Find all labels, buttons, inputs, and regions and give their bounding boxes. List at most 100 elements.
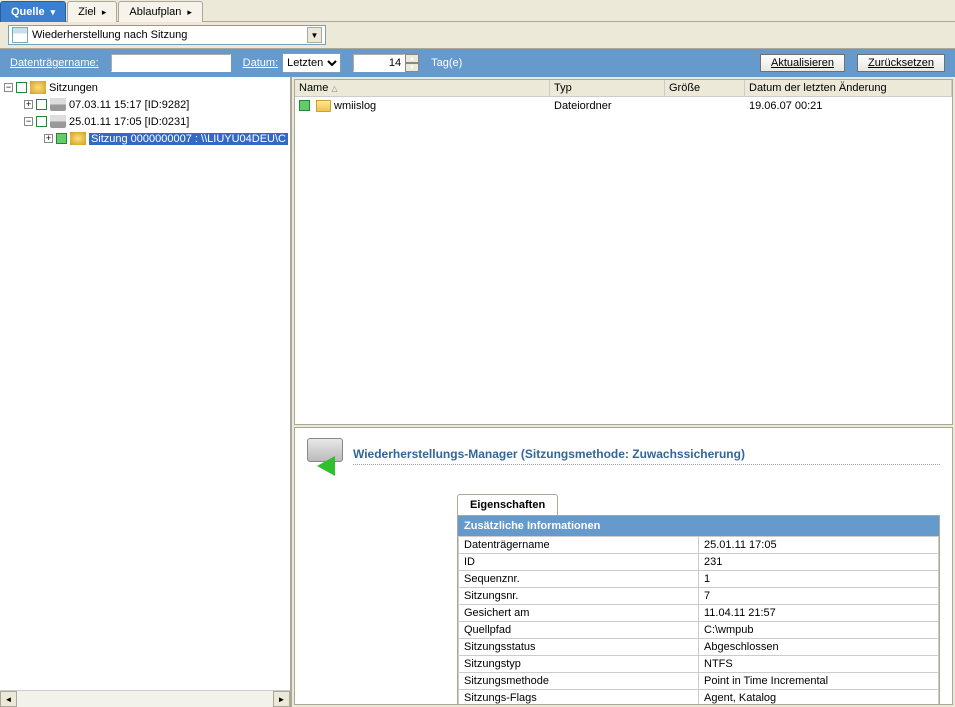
property-value: 25.01.11 17:05 — [699, 537, 939, 554]
property-value: Point in Time Incremental — [699, 673, 939, 690]
tree-node-label: Sitzung 0000000007 : \\LIUYU04DEU\C — [89, 133, 288, 145]
filter-bar: Datenträgername: Datum: Letzten ▲ ▼ Tag(… — [0, 49, 955, 77]
property-value: C:\wmpub — [699, 622, 939, 639]
expand-icon[interactable]: + — [44, 134, 53, 143]
properties-panel: Eigenschaften Zusätzliche Informationen … — [457, 494, 940, 705]
right-pane: Name △ Typ Größe Datum der letzten Änder… — [292, 77, 955, 707]
list-header: Name △ Typ Größe Datum der letzten Änder… — [295, 80, 952, 97]
checkbox[interactable] — [36, 99, 47, 110]
spin-down-icon[interactable]: ▼ — [405, 63, 419, 72]
tab-target[interactable]: Ziel ▸ — [67, 1, 117, 22]
manager-title: Wiederherstellungs-Manager (Sitzungsmeth… — [353, 447, 940, 465]
sort-asc-icon: △ — [331, 84, 337, 93]
property-row: SitzungstypNTFS — [459, 656, 939, 673]
property-key: Sitzungsstatus — [459, 639, 699, 656]
col-date[interactable]: Datum der letzten Änderung — [745, 80, 952, 96]
file-list: Name △ Typ Größe Datum der letzten Änder… — [294, 79, 953, 425]
scroll-left-icon[interactable]: ◄ — [0, 691, 17, 707]
disk-icon — [50, 98, 66, 111]
property-value: 11.04.11 21:57 — [699, 605, 939, 622]
property-key: Sitzungsmethode — [459, 673, 699, 690]
days-spinner[interactable]: ▲ ▼ — [405, 54, 419, 72]
property-value: NTFS — [699, 656, 939, 673]
volume-name-input[interactable] — [111, 54, 231, 72]
tree-node-selected[interactable]: + Sitzung 0000000007 : \\LIUYU04DEU\C — [2, 130, 288, 147]
property-key: Quellpfad — [459, 622, 699, 639]
restore-mode-combo[interactable]: Wiederherstellung nach Sitzung ▼ — [8, 25, 326, 45]
main-split: − Sitzungen + 07.03.11 15:17 [ID:9282] −… — [0, 77, 955, 707]
volume-name-label: Datenträgername: — [10, 57, 99, 69]
property-value: 231 — [699, 554, 939, 571]
collapse-icon[interactable]: − — [24, 117, 33, 126]
session-icon — [12, 27, 28, 43]
sessions-icon — [30, 81, 46, 94]
tab-properties[interactable]: Eigenschaften — [457, 494, 558, 515]
properties-header: Zusätzliche Informationen — [458, 516, 939, 536]
property-row: Gesichert am11.04.11 21:57 — [459, 605, 939, 622]
property-key: Datenträgername — [459, 537, 699, 554]
tab-source-label: Quelle — [11, 6, 45, 18]
property-key: Gesichert am — [459, 605, 699, 622]
collapse-icon[interactable]: − — [4, 83, 13, 92]
tab-schedule-label: Ablaufplan — [129, 6, 181, 18]
expand-icon[interactable]: + — [24, 100, 33, 109]
dropdown-arrow-icon[interactable]: ▼ — [307, 27, 322, 43]
main-tabs: Quelle ▾ Ziel ▸ Ablaufplan ▸ — [0, 0, 955, 22]
properties-table: Datenträgername25.01.11 17:05ID231Sequen… — [458, 536, 939, 705]
property-row: Datenträgername25.01.11 17:05 — [459, 537, 939, 554]
session-icon — [70, 132, 86, 145]
property-row: Sitzungsnr.7 — [459, 588, 939, 605]
tree-node-label: 25.01.11 17:05 [ID:0231] — [69, 116, 189, 128]
tab-source[interactable]: Quelle ▾ — [0, 1, 66, 22]
property-row: QuellpfadC:\wmpub — [459, 622, 939, 639]
detail-area: Wiederherstellungs-Manager (Sitzungsmeth… — [294, 427, 953, 705]
tab-schedule[interactable]: Ablaufplan ▸ — [118, 1, 203, 22]
col-size[interactable]: Größe — [665, 80, 745, 96]
property-value: 1 — [699, 571, 939, 588]
days-input[interactable] — [353, 54, 405, 72]
property-key: Sequenznr. — [459, 571, 699, 588]
tree-root-label: Sitzungen — [49, 82, 98, 94]
col-type[interactable]: Typ — [550, 80, 665, 96]
tree-root[interactable]: − Sitzungen — [2, 79, 288, 96]
session-tree[interactable]: − Sitzungen + 07.03.11 15:17 [ID:9282] −… — [0, 77, 290, 690]
file-name: wmiislog — [334, 100, 376, 112]
checkbox[interactable] — [16, 82, 27, 93]
restore-mode-label: Wiederherstellung nach Sitzung — [32, 29, 307, 41]
file-date: 19.06.07 00:21 — [745, 100, 952, 112]
tree-node[interactable]: − 25.01.11 17:05 [ID:0231] — [2, 113, 288, 130]
tree-node-label: 07.03.11 15:17 [ID:9282] — [69, 99, 189, 111]
file-type: Dateiordner — [550, 100, 665, 112]
checkbox-checked[interactable] — [56, 133, 67, 144]
date-label: Datum: — [243, 57, 278, 69]
tree-node[interactable]: + 07.03.11 15:17 [ID:9282] — [2, 96, 288, 113]
property-key: Sitzungsnr. — [459, 588, 699, 605]
property-row: Sequenznr.1 — [459, 571, 939, 588]
folder-icon — [316, 100, 331, 112]
property-value: Abgeschlossen — [699, 639, 939, 656]
disk-icon — [50, 115, 66, 128]
col-name[interactable]: Name △ — [295, 80, 550, 96]
horizontal-scrollbar[interactable]: ◄ ► — [0, 690, 290, 707]
date-range-select[interactable]: Letzten — [282, 53, 341, 73]
restore-manager-icon — [307, 436, 347, 476]
reset-button[interactable]: Zurücksetzen — [857, 54, 945, 72]
mode-dropdown-row: Wiederherstellung nach Sitzung ▼ — [0, 22, 955, 49]
property-row: SitzungsmethodePoint in Time Incremental — [459, 673, 939, 690]
property-row: Sitzungs-FlagsAgent, Katalog — [459, 690, 939, 706]
checkbox[interactable] — [36, 116, 47, 127]
spin-up-icon[interactable]: ▲ — [405, 54, 419, 63]
chevron-right-icon: ▸ — [187, 7, 192, 18]
tree-pane: − Sitzungen + 07.03.11 15:17 [ID:9282] −… — [0, 77, 292, 707]
update-button[interactable]: Aktualisieren — [760, 54, 845, 72]
scroll-track[interactable] — [17, 691, 273, 707]
chevron-down-icon: ▾ — [51, 7, 56, 18]
property-value: 7 — [699, 588, 939, 605]
tab-target-label: Ziel — [78, 6, 96, 18]
checkbox-checked[interactable] — [299, 100, 310, 111]
manager-header: Wiederherstellungs-Manager (Sitzungsmeth… — [307, 436, 940, 476]
property-row: ID231 — [459, 554, 939, 571]
list-row[interactable]: wmiislog Dateiordner 19.06.07 00:21 — [295, 97, 952, 114]
property-row: SitzungsstatusAbgeschlossen — [459, 639, 939, 656]
scroll-right-icon[interactable]: ► — [273, 691, 290, 707]
